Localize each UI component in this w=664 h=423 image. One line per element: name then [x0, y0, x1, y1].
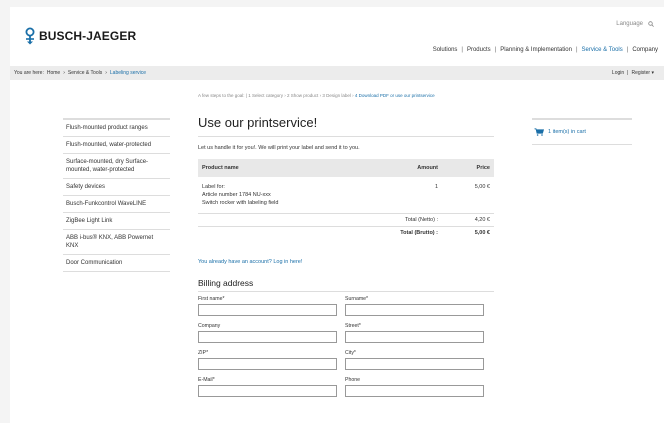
- sidebar-item-flush-mounted-water-protected[interactable]: Flush-mounted, water-protected: [63, 137, 170, 154]
- intro-text: Let us handle it for you!. We will print…: [198, 145, 360, 151]
- nav-separator: |: [494, 47, 497, 53]
- sidebar-item-surface-mounted[interactable]: Surface-mounted, dry Surface-mounted, wa…: [63, 154, 170, 179]
- email-group: E-Mail*: [198, 377, 337, 397]
- product-description: Label for: Article number 1784 NU-xxx Sw…: [198, 177, 394, 214]
- total-net-label: Total (Netto) :: [198, 213, 442, 227]
- table-header-row: Product name Amount Price: [198, 159, 494, 177]
- cart-summary[interactable]: 1 item(s) in cart: [532, 118, 632, 145]
- sidebar-item-safety-devices[interactable]: Safety devices: [63, 179, 170, 196]
- zip-label: ZIP*: [198, 350, 209, 356]
- page-title: Use our printservice!: [198, 115, 318, 130]
- order-table: Product name Amount Price Label for: Art…: [198, 159, 494, 239]
- step-show-product[interactable]: 2 Show product: [287, 93, 318, 98]
- first-name-group: First name*: [198, 296, 337, 316]
- company-group: Company: [198, 323, 337, 343]
- divider: [198, 291, 494, 292]
- table-row: Label for: Article number 1784 NU-xxx Sw…: [198, 177, 494, 214]
- street-label: Street*: [345, 323, 361, 329]
- product-line: Switch rocker with labeling field: [202, 200, 279, 206]
- city-field[interactable]: [345, 358, 484, 370]
- nav-company[interactable]: Company: [632, 47, 658, 53]
- nav-separator: |: [575, 47, 578, 53]
- phone-group: Phone: [345, 377, 484, 397]
- company-label: Company: [198, 323, 221, 329]
- nav-solutions[interactable]: Solutions: [433, 47, 458, 53]
- product-amount: 1: [434, 184, 438, 190]
- first-name-field[interactable]: [198, 304, 337, 316]
- total-gross-row: Total (Brutto) : 5,00 €: [198, 226, 494, 239]
- divider: [198, 136, 494, 137]
- total-gross-label: Total (Brutto) :: [198, 226, 442, 239]
- step-select-category[interactable]: 1 Select category: [248, 93, 283, 98]
- nav-products[interactable]: Products: [467, 47, 491, 53]
- city-label: City*: [345, 350, 356, 356]
- account-links: Login | Register ▾: [612, 70, 654, 76]
- product-price: 5,00 €: [474, 184, 490, 190]
- billing-address-heading: Billing address: [198, 278, 254, 288]
- surname-field[interactable]: [345, 304, 484, 316]
- language-selector[interactable]: Language: [616, 21, 654, 27]
- company-field[interactable]: [198, 331, 337, 343]
- sidebar-item-flush-mounted[interactable]: Flush-mounted product ranges: [63, 120, 170, 137]
- total-net-value: 4,20 €: [442, 213, 494, 227]
- search-icon[interactable]: [648, 21, 654, 27]
- billing-form: First name* Surname* Company Street* ZIP…: [198, 296, 494, 397]
- nav-planning[interactable]: Planning & Implementation: [500, 47, 572, 53]
- progress-steps: A few steps to the goal: | 1 Select cate…: [198, 93, 435, 98]
- breadcrumb-service-tools[interactable]: Service & Tools: [68, 70, 102, 76]
- zip-field[interactable]: [198, 358, 337, 370]
- cart-label[interactable]: 1 item(s) in cart: [548, 129, 586, 135]
- phone-field[interactable]: [345, 385, 484, 397]
- col-price: Price: [442, 159, 494, 177]
- sidebar-item-zigbee[interactable]: ZigBee Light Link: [63, 213, 170, 230]
- sidebar-item-funkcontrol[interactable]: Busch-Funkcontrol WaveLINE: [63, 196, 170, 213]
- main-content: Use our printservice! Let us handle it f…: [198, 115, 494, 397]
- sidebar-item-door-communication[interactable]: Door Communication: [63, 255, 170, 272]
- col-product-name: Product name: [198, 159, 394, 177]
- total-net-row: Total (Netto) : 4,20 €: [198, 213, 494, 227]
- sub-header-bar: You are here: Home › Service & Tools › L…: [10, 66, 664, 80]
- surname-label: Surname*: [345, 296, 369, 302]
- street-group: Street*: [345, 323, 484, 343]
- language-label: Language: [616, 21, 643, 27]
- zip-group: ZIP*: [198, 350, 337, 370]
- product-line: Article number 1784 NU-xxx: [202, 192, 271, 198]
- nav-separator: |: [461, 47, 463, 53]
- register-link[interactable]: Register ▾: [631, 70, 654, 76]
- email-label: E-Mail*: [198, 377, 215, 383]
- busch-jaeger-logo-icon: [25, 27, 35, 45]
- account-separator: |: [627, 70, 629, 76]
- email-field[interactable]: [198, 385, 337, 397]
- steps-prefix: A few steps to the goal:: [198, 93, 245, 98]
- breadcrumb-home[interactable]: Home: [47, 70, 60, 76]
- breadcrumb: You are here: Home › Service & Tools › L…: [14, 70, 146, 76]
- sidebar-item-knx[interactable]: ABB i-bus® KNX, ABB Powernet KNX: [63, 230, 170, 255]
- nav-separator: |: [626, 47, 629, 53]
- category-sidebar: Flush-mounted product ranges Flush-mount…: [63, 118, 170, 272]
- login-link[interactable]: Login: [612, 70, 624, 76]
- breadcrumb-current[interactable]: Labeling service: [110, 70, 146, 76]
- step-download-pdf: 4 Download PDF or use our printservice: [354, 93, 435, 98]
- total-gross-value: 5,00 €: [442, 226, 494, 239]
- breadcrumb-separator: ›: [63, 70, 65, 76]
- col-amount: Amount: [394, 159, 442, 177]
- phone-label: Phone: [345, 377, 361, 383]
- brand-logo[interactable]: BUSCH-JAEGER: [24, 27, 136, 45]
- account-login-link[interactable]: You already have an account? Log in here…: [198, 259, 494, 265]
- nav-service-tools[interactable]: Service & Tools: [582, 47, 623, 53]
- main-navigation: Solutions | Products | Planning & Implem…: [433, 47, 658, 53]
- breadcrumb-prefix: You are here:: [14, 70, 44, 76]
- logo-text: BUSCH-JAEGER: [39, 29, 137, 43]
- city-group: City*: [345, 350, 484, 370]
- product-line: Label for:: [202, 184, 225, 190]
- surname-group: Surname*: [345, 296, 484, 316]
- shopping-cart-icon: [534, 128, 544, 136]
- street-field[interactable]: [345, 331, 484, 343]
- breadcrumb-separator: ›: [105, 70, 107, 76]
- step-design-label[interactable]: 3 Design label: [322, 93, 351, 98]
- first-name-label: First name*: [198, 296, 225, 302]
- page: BUSCH-JAEGER Language Solutions | Produc…: [10, 7, 664, 423]
